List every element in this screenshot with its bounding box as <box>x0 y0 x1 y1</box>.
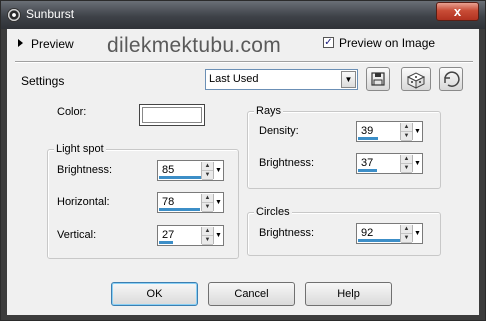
preview-label[interactable]: Preview <box>31 37 74 51</box>
settings-value: Last Used <box>209 73 259 85</box>
spin-arrows-icon[interactable]: ▲ ▼ <box>201 194 213 212</box>
horizontal-label: Horizontal: <box>57 196 110 208</box>
settings-label: Settings <box>21 74 65 88</box>
spin-arrows-icon[interactable]: ▲ ▼ <box>201 162 213 180</box>
circles-brightness-level-bar[interactable] <box>358 239 406 242</box>
reset-button[interactable] <box>439 67 463 91</box>
chevron-down-icon[interactable]: ▼ <box>341 71 356 88</box>
chevron-down-icon[interactable]: ▼ <box>412 155 422 172</box>
circles-brightness-label: Brightness: <box>259 227 315 239</box>
chevron-down-icon[interactable]: ▼ <box>213 194 223 211</box>
settings-dropdown[interactable]: Last Used ▼ <box>205 69 358 90</box>
density-value[interactable]: 39 <box>361 125 373 137</box>
close-button[interactable]: x <box>436 2 479 21</box>
rays-title: Rays <box>254 105 284 117</box>
preview-on-image-checkbox[interactable]: ✓ <box>323 37 334 48</box>
horizontal-spinner[interactable]: 78 ▲ ▼ ▼ <box>157 192 224 213</box>
rays-brightness-value[interactable]: 37 <box>361 157 373 169</box>
dice-icon <box>406 72 426 89</box>
expand-preview-icon[interactable] <box>18 39 23 47</box>
randomize-button[interactable] <box>401 67 431 91</box>
light-brightness-spinner[interactable]: 85 ▲ ▼ ▼ <box>157 160 224 181</box>
density-label: Density: <box>259 125 299 137</box>
circles-brightness-value[interactable]: 92 <box>361 227 373 239</box>
dialog-body: Preview dilekmektubu.com ✓ Preview on Im… <box>7 29 479 315</box>
density-spinner[interactable]: 39 ▲ ▼ ▼ <box>356 121 423 142</box>
app-icon <box>7 8 21 22</box>
sunburst-dialog: Sunburst x Preview dilekmektubu.com ✓ Pr… <box>0 0 486 321</box>
chevron-down-icon[interactable]: ▼ <box>213 227 223 244</box>
title-bar[interactable]: Sunburst x <box>1 1 485 29</box>
density-level-bar[interactable] <box>358 137 378 140</box>
horizontal-value[interactable]: 78 <box>162 196 174 208</box>
floppy-disk-icon <box>371 72 385 86</box>
window-title: Sunburst <box>26 7 75 21</box>
light-brightness-label: Brightness: <box>57 164 113 176</box>
vertical-spinner[interactable]: 27 ▲ ▼ ▼ <box>157 225 224 246</box>
ok-button[interactable]: OK <box>111 282 198 306</box>
help-button[interactable]: Help <box>305 282 392 306</box>
spin-arrows-icon[interactable]: ▲ ▼ <box>400 155 412 173</box>
spin-arrows-icon[interactable]: ▲ ▼ <box>400 225 412 243</box>
horizontal-level-bar[interactable] <box>159 208 200 211</box>
rays-brightness-level-bar[interactable] <box>358 169 377 172</box>
rays-brightness-label: Brightness: <box>259 157 315 169</box>
rays-brightness-spinner[interactable]: 37 ▲ ▼ ▼ <box>356 153 423 174</box>
spin-arrows-icon[interactable]: ▲ ▼ <box>201 227 213 245</box>
chevron-down-icon[interactable]: ▼ <box>412 225 422 242</box>
circles-brightness-spinner[interactable]: 92 ▲ ▼ ▼ <box>356 223 423 244</box>
save-preset-button[interactable] <box>366 67 390 91</box>
light-spot-title: Light spot <box>54 143 106 155</box>
color-swatch[interactable] <box>139 104 205 126</box>
chevron-down-icon[interactable]: ▼ <box>412 123 422 140</box>
chevron-down-icon[interactable]: ▼ <box>213 162 223 179</box>
reset-icon <box>444 71 460 87</box>
cancel-button[interactable]: Cancel <box>208 282 295 306</box>
separator <box>15 61 473 63</box>
vertical-level-bar[interactable] <box>159 241 173 244</box>
watermark-text: dilekmektubu.com <box>107 34 282 57</box>
spin-arrows-icon[interactable]: ▲ ▼ <box>400 123 412 141</box>
preview-on-image-label: Preview on Image <box>339 36 436 50</box>
light-brightness-level-bar[interactable] <box>159 176 203 179</box>
vertical-label: Vertical: <box>57 229 97 241</box>
color-label: Color: <box>57 106 87 118</box>
circles-title: Circles <box>254 206 292 218</box>
light-brightness-value[interactable]: 85 <box>162 164 174 176</box>
vertical-value[interactable]: 27 <box>162 229 174 241</box>
